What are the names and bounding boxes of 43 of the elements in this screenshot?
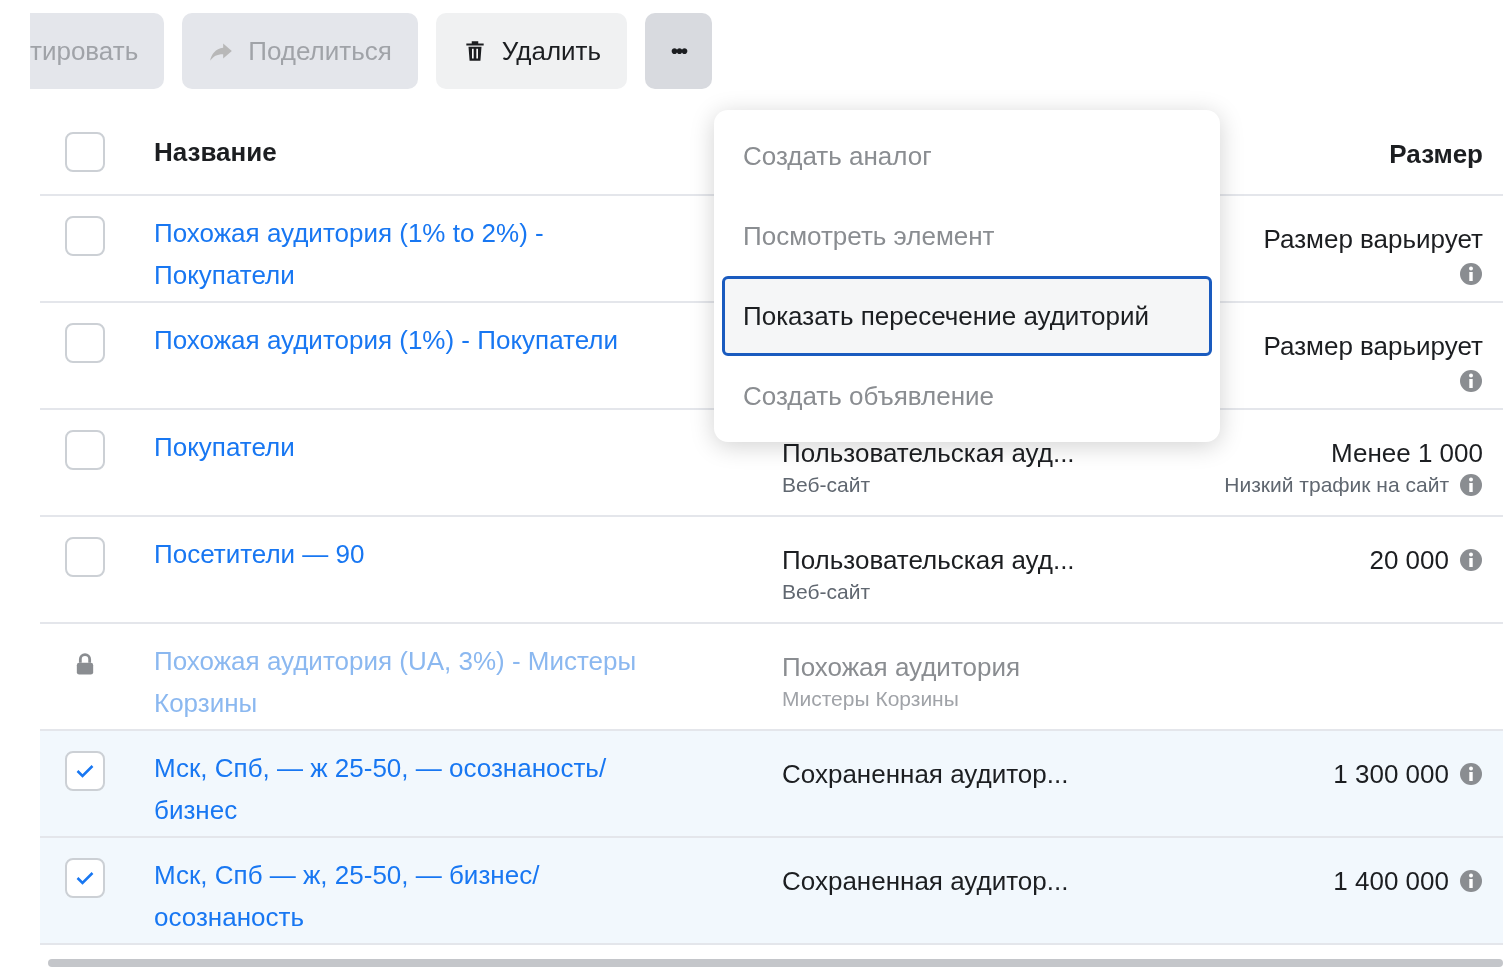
- row-checkbox[interactable]: [65, 858, 105, 898]
- info-icon[interactable]: [1459, 369, 1483, 393]
- row-checkbox[interactable]: [65, 751, 105, 791]
- audience-name-link[interactable]: Посетители — 90: [154, 533, 674, 575]
- menu-item[interactable]: Показать пересечение аудиторий: [722, 276, 1212, 356]
- info-icon[interactable]: [1459, 473, 1483, 497]
- audience-size: 1 400 000: [1333, 865, 1449, 898]
- scrollbar[interactable]: [48, 959, 1503, 967]
- menu-item[interactable]: Создать аналог: [722, 116, 1212, 196]
- menu-item[interactable]: Создать объявление: [722, 356, 1212, 436]
- column-header[interactable]: Название: [154, 136, 277, 167]
- audience-size: Размер варьирует: [1263, 223, 1483, 256]
- audience-type: Пользовательская ауд...: [782, 544, 1076, 577]
- audience-type: Похожая аудитория: [782, 651, 1022, 684]
- audience-name-link[interactable]: Мск, Спб — ж, 25-50, — бизнес/ осознаность: [154, 854, 674, 938]
- toolbar-button[interactable]: •••: [645, 13, 713, 89]
- audience-name-link[interactable]: Похожая аудитория (1%) - Покупатели: [154, 319, 674, 361]
- size-note: Низкий трафик на сайт: [1224, 472, 1449, 498]
- audience-size: Менее 1 000: [1331, 437, 1483, 470]
- audience-name-link[interactable]: Покупатели: [154, 426, 674, 468]
- audience-type: Сохраненная аудитор...: [782, 758, 1070, 791]
- select-all-checkbox[interactable]: [65, 132, 105, 172]
- audience-size: 1 300 000: [1333, 758, 1449, 791]
- row-checkbox[interactable]: [65, 537, 105, 577]
- audience-source: Веб-сайт: [782, 579, 871, 605]
- audience-type: Сохраненная аудитор...: [782, 865, 1070, 898]
- info-icon[interactable]: [1459, 762, 1483, 786]
- audience-type: Пользовательская ауд...: [782, 437, 1076, 470]
- row-checkbox[interactable]: [65, 323, 105, 363]
- audience-name-link[interactable]: Мск, Спб, — ж 25-50, — осознаность/ бизнес: [154, 747, 674, 831]
- row-checkbox[interactable]: [65, 216, 105, 256]
- audience-size: Размер варьирует: [1263, 330, 1483, 363]
- toolbar-button[interactable]: Удалить: [435, 13, 628, 89]
- column-header[interactable]: Размер: [1389, 138, 1483, 170]
- audience-source: Веб-сайт: [782, 472, 871, 498]
- info-icon[interactable]: [1459, 262, 1483, 286]
- info-icon[interactable]: [1459, 548, 1483, 572]
- menu-item[interactable]: Посмотреть элемент: [722, 196, 1212, 276]
- audience-source: Мистеры Корзины: [782, 686, 960, 712]
- info-icon[interactable]: [1459, 869, 1483, 893]
- row-checkbox[interactable]: [65, 430, 105, 470]
- audience-name-link[interactable]: Похожая аудитория (1% to 2%) - Покупатели: [154, 212, 674, 296]
- audience-size: 20 000: [1369, 544, 1449, 577]
